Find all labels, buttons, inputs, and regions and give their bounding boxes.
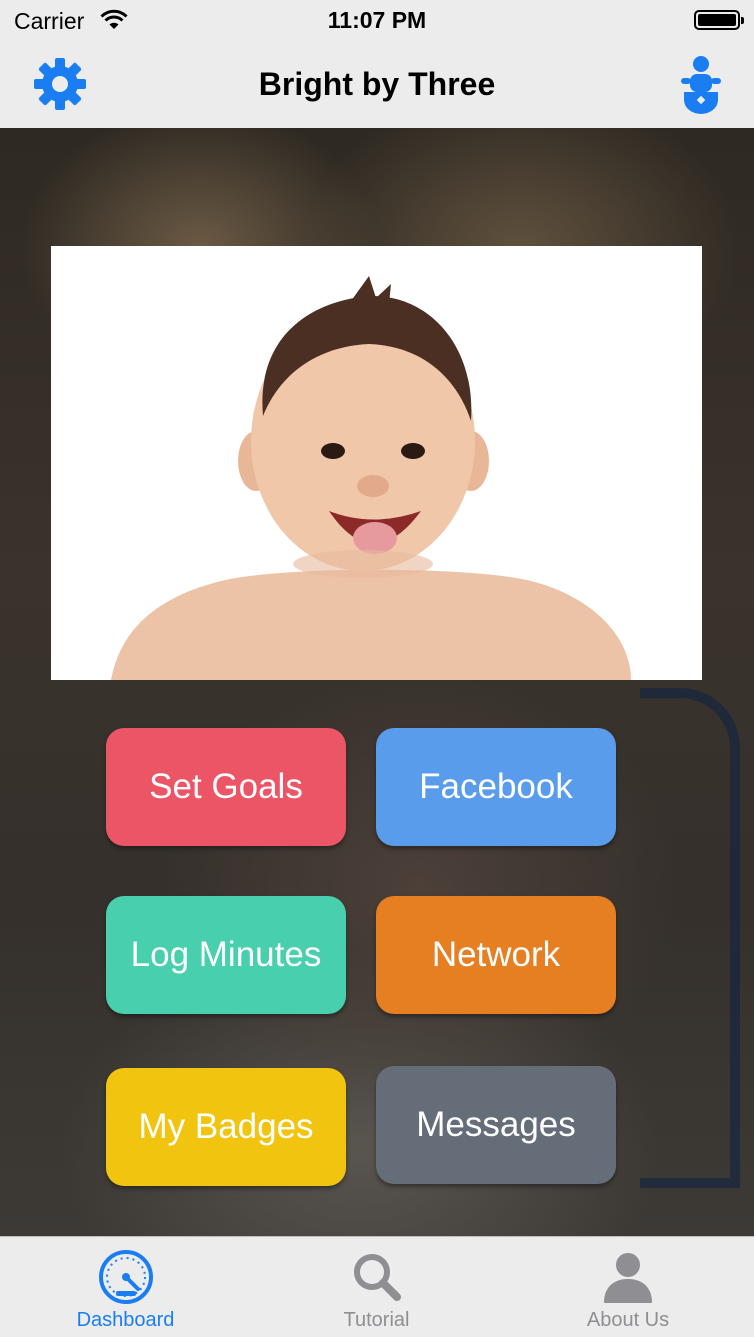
tab-bar: Dashboard Tutorial About Us — [0, 1236, 754, 1337]
tab-about-us-label: About Us — [586, 1309, 670, 1331]
tab-dashboard-label: Dashboard — [76, 1309, 175, 1331]
messages-button[interactable]: Messages — [376, 1066, 616, 1184]
tab-dashboard[interactable]: Dashboard — [0, 1237, 251, 1337]
facebook-label: Facebook — [419, 767, 573, 806]
log-minutes-label: Log Minutes — [130, 935, 322, 974]
tab-tutorial-label: Tutorial — [343, 1309, 410, 1331]
tab-tutorial[interactable]: Tutorial — [251, 1237, 502, 1337]
tab-about-us[interactable]: About Us — [502, 1237, 754, 1337]
person-icon — [604, 1253, 652, 1303]
status-time: 11:07 PM — [327, 7, 427, 33]
baby-photo — [111, 276, 631, 680]
baby-icon[interactable] — [678, 54, 724, 114]
set-goals-button[interactable]: Set Goals — [106, 728, 346, 846]
navigation-bar: Bright by Three — [0, 40, 754, 129]
my-badges-button[interactable]: My Badges — [106, 1068, 346, 1186]
my-badges-label: My Badges — [138, 1107, 314, 1146]
page-title: Bright by Three — [258, 66, 496, 102]
messages-label: Messages — [416, 1105, 576, 1144]
network-label: Network — [431, 935, 561, 974]
set-goals-label: Set Goals — [149, 767, 303, 806]
status-bar: Carrier 11:07 PM — [0, 0, 754, 40]
network-button[interactable]: Network — [376, 896, 616, 1014]
log-minutes-button[interactable]: Log Minutes — [106, 896, 346, 1014]
dashboard-gauge-icon — [98, 1250, 153, 1304]
search-icon — [353, 1254, 401, 1301]
facebook-button[interactable]: Facebook — [376, 728, 616, 846]
battery-icon — [694, 10, 744, 30]
hero-baby-image — [51, 246, 702, 680]
